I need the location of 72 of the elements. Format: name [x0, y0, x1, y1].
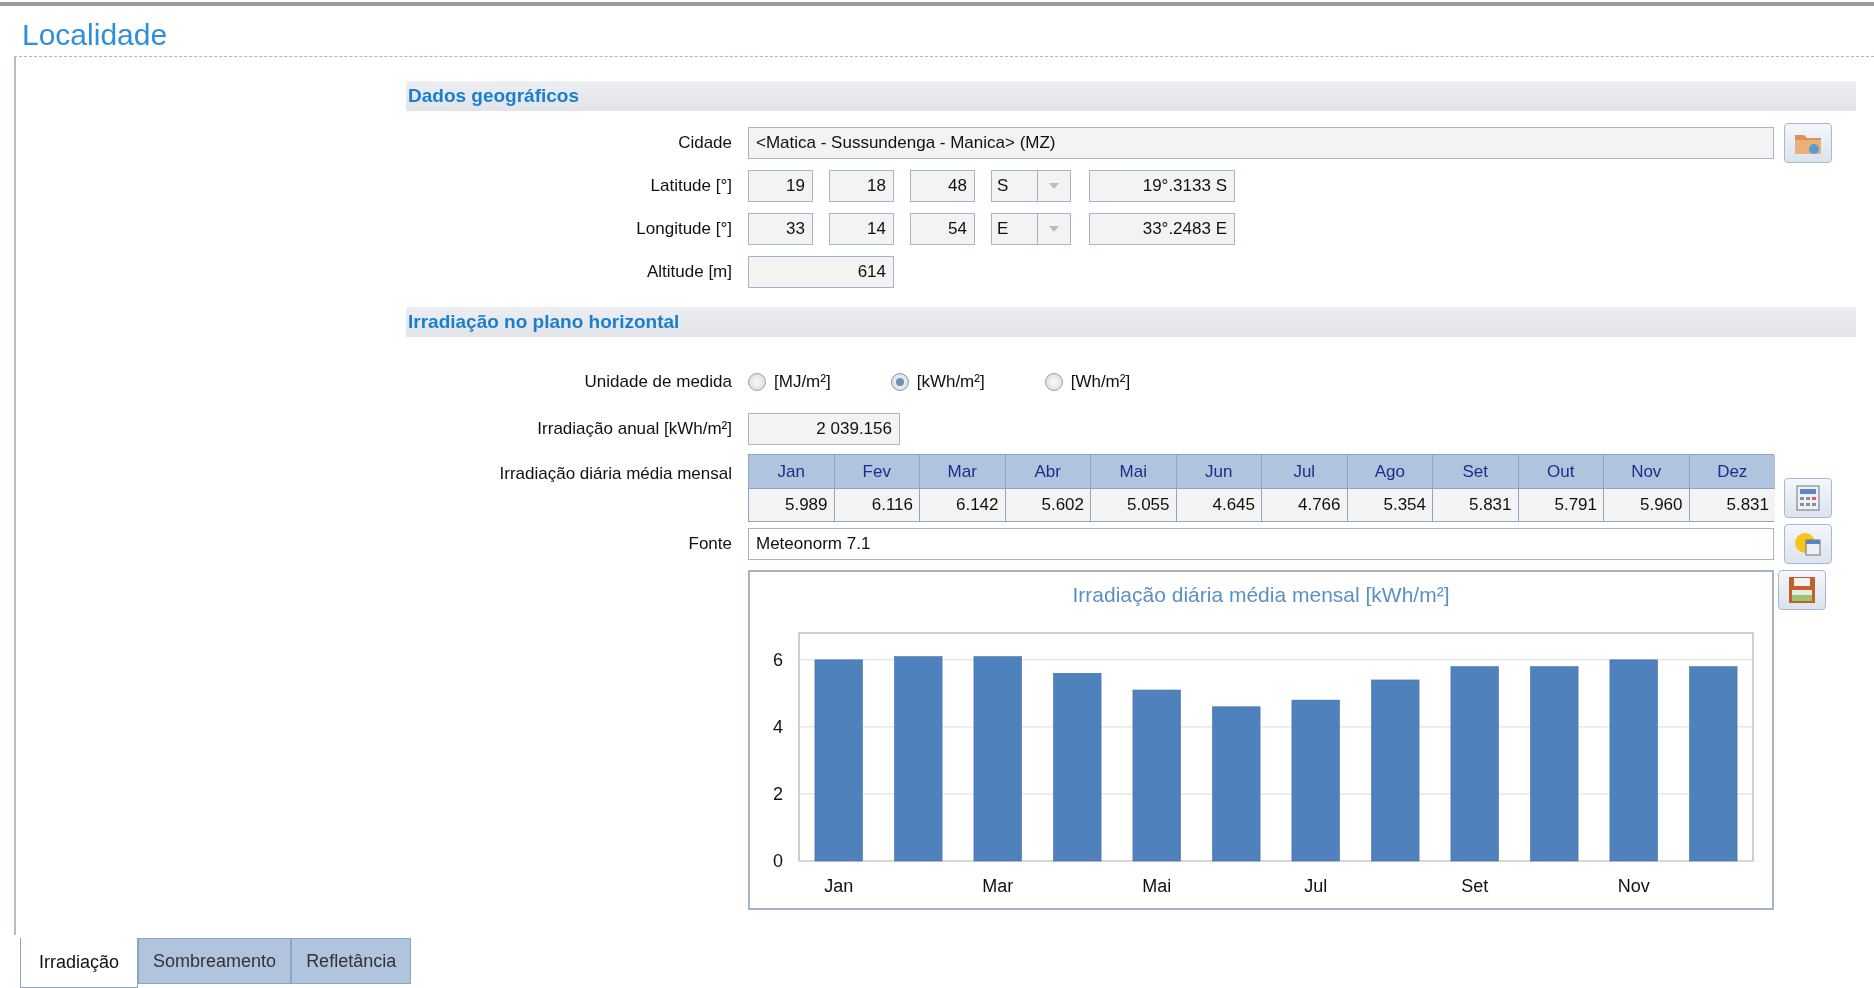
hemisphere-dropdown[interactable]: S	[991, 169, 1071, 202]
axis-tick-label: 6	[773, 649, 783, 670]
caret-icon	[1049, 225, 1059, 232]
degrees-field[interactable]: 19	[748, 169, 813, 202]
field-label: Latitude [°]	[649, 175, 732, 196]
column-header: Nov	[1604, 455, 1690, 489]
city-field[interactable]: <Matica - Sussundenga - Manica> (MZ)	[748, 126, 1774, 159]
chart-title: Irradiação diária média mensal [kWh/m²]	[1072, 583, 1450, 606]
column-header: Out	[1518, 455, 1604, 489]
caret-icon	[1049, 182, 1059, 189]
save-icon[interactable]	[1778, 570, 1826, 610]
column-header: Jul	[1262, 455, 1348, 489]
unit-radio[interactable]: [kWh/m²]	[890, 372, 985, 392]
field-label: Altitude [m]	[645, 261, 732, 282]
sun-calendar-icon[interactable]	[1784, 523, 1832, 564]
tab[interactable]: Sombreamento	[138, 938, 292, 984]
hemisphere-dropdown[interactable]: E	[991, 212, 1071, 245]
axis-tick-label: Nov	[1617, 876, 1650, 896]
unit-radio[interactable]: [MJ/m²]	[748, 372, 831, 392]
axis-tick-label: Mai	[1142, 876, 1172, 896]
table-cell[interactable]: 5.831	[1689, 489, 1775, 521]
field-label: Irradiação anual [kWh/m²]	[536, 418, 732, 439]
page-title: Localidade	[21, 17, 169, 53]
column-header: Mai	[1091, 455, 1177, 489]
axis-tick-label: 4	[773, 716, 783, 737]
table-cell[interactable]: 6.142	[920, 489, 1006, 521]
column-header: Ago	[1347, 455, 1433, 489]
column-header: Fev	[834, 455, 920, 489]
seconds-field[interactable]: 48	[910, 169, 975, 202]
table-cell[interactable]: 5.354	[1347, 489, 1433, 521]
tab[interactable]: Irradiação	[20, 938, 139, 988]
source-field[interactable]: Meteonorm 7.1	[748, 527, 1774, 560]
altitude-field[interactable]: 614	[748, 255, 894, 288]
calculator-icon[interactable]	[1784, 478, 1832, 518]
column-header: Mar	[920, 455, 1006, 489]
degrees-field[interactable]: 33	[748, 212, 813, 245]
section-header: Dados geográficos	[406, 81, 1856, 111]
table-cell[interactable]: 6.116	[834, 489, 920, 521]
field-label: Unidade de medida	[583, 372, 732, 392]
minutes-field[interactable]: 14	[829, 212, 894, 245]
axis-tick-label: Jan	[824, 876, 854, 896]
column-header: Jan	[749, 455, 835, 489]
table-cell[interactable]: 4.645	[1176, 489, 1262, 521]
table-cell[interactable]: 5.055	[1091, 489, 1177, 521]
column-header: Set	[1433, 455, 1519, 489]
column-header: Abr	[1005, 455, 1091, 489]
column-header: Jun	[1176, 455, 1262, 489]
field-label: Longitude [°]	[635, 218, 732, 239]
tab[interactable]: Refletância	[291, 938, 412, 984]
axis-tick-label: 0	[773, 851, 783, 871]
table-cell[interactable]: 5.831	[1433, 489, 1519, 521]
table-cell[interactable]: 5.602	[1005, 489, 1091, 521]
annual-field: 2 039.156	[748, 412, 900, 445]
section-header: Irradiação no plano horizontal	[406, 307, 1856, 337]
folder-icon[interactable]	[1784, 122, 1832, 163]
field-label: Fonte	[687, 533, 732, 554]
axis-tick-label: 2	[773, 783, 783, 804]
field-label: Cidade	[677, 132, 732, 153]
table-cell[interactable]: 4.766	[1262, 489, 1348, 521]
minutes-field[interactable]: 18	[829, 169, 894, 202]
axis-tick-label: Set	[1461, 876, 1489, 896]
axis-tick-label: Jul	[1304, 876, 1328, 896]
decimal-field: 19°.3133 S	[1089, 169, 1235, 202]
field-label: Irradiação diária média mensal	[498, 463, 732, 484]
seconds-field[interactable]: 54	[910, 212, 975, 245]
decimal-field: 33°.2483 E	[1089, 212, 1235, 245]
column-header: Dez	[1689, 455, 1775, 489]
axis-tick-label: Mar	[982, 876, 1014, 896]
table-cell[interactable]: 5.960	[1604, 489, 1690, 521]
unit-radio[interactable]: [Wh/m²]	[1044, 372, 1131, 392]
table-cell[interactable]: 5.989	[749, 489, 835, 521]
table-cell[interactable]: 5.791	[1518, 489, 1604, 521]
